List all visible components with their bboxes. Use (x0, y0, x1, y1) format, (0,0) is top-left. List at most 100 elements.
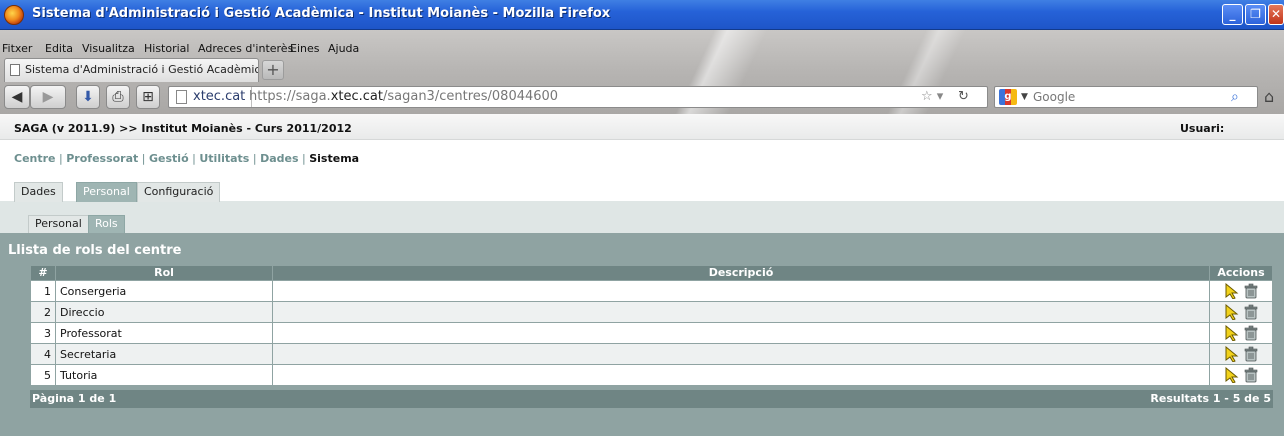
magnifier-icon[interactable]: ⌕ (1231, 87, 1239, 107)
nav-centre[interactable]: Centre (14, 152, 56, 165)
window-title: Sistema d'Administració i Gestió Acadèmi… (32, 6, 611, 21)
google-logo-icon[interactable]: g (999, 89, 1017, 105)
main-navigation: Centre | Professorat | Gestió | Utilitat… (14, 152, 359, 165)
browser-tab[interactable]: Sistema d'Administració i Gestió Acadèmi… (4, 58, 259, 82)
minimize-button[interactable]: _ (1222, 4, 1243, 25)
user-label: Usuari: (1180, 122, 1225, 135)
row-actions (1209, 322, 1273, 344)
nav-professorat[interactable]: Professorat (66, 152, 138, 165)
table-row: 5 Tutoria (30, 364, 1273, 386)
row-rol: Secretaria (55, 343, 273, 365)
trash-icon[interactable] (1244, 367, 1258, 383)
nav-separator: | (192, 152, 196, 165)
edit-pointer-icon[interactable] (1224, 367, 1240, 383)
row-descripcio (272, 322, 1210, 344)
print-icon: ⎙ (112, 89, 124, 105)
row-descripcio (272, 280, 1210, 302)
row-actions (1209, 301, 1273, 323)
subtab-strip (0, 201, 1284, 233)
row-descripcio (272, 301, 1210, 323)
reload-icon[interactable]: ↻ (958, 87, 969, 107)
app-title: SAGA (v 2011.9) >> Institut Moianès - Cu… (14, 122, 352, 135)
url-host: xtec.cat (330, 89, 383, 104)
edit-pointer-icon[interactable] (1224, 346, 1240, 362)
row-descripcio (272, 364, 1210, 386)
row-number: 3 (30, 322, 56, 344)
browser-tab-bar: Sistema d'Administració i Gestió Acadèmi… (0, 56, 1284, 82)
row-rol: Professorat (55, 322, 273, 344)
url-prefix: https://saga. (249, 89, 331, 104)
tab-configuracio[interactable]: Configuració (137, 182, 221, 202)
back-arrow-icon: ◀ (11, 89, 23, 105)
table-header-row: # Rol Descripció Accions (30, 265, 1273, 281)
tab-personal-list[interactable]: Personal (28, 215, 89, 233)
url-path: /sagan3/centres/08044600 (382, 89, 559, 104)
edit-pointer-icon[interactable] (1224, 283, 1240, 299)
print-button[interactable]: ⎙ (106, 85, 130, 109)
column-header-rol[interactable]: Rol (55, 265, 273, 281)
roles-panel: Llista de rols del centre # Rol Descripc… (0, 233, 1284, 436)
back-button[interactable]: ◀ (4, 85, 30, 109)
nav-gestio[interactable]: Gestió (149, 152, 189, 165)
roles-table: # Rol Descripció Accions 1 Consergeria 2 Di… (30, 265, 1273, 386)
maximize-button[interactable]: ❐ (1245, 4, 1266, 25)
table-body: 1 Consergeria 2 Direccio 3 Professorat 4 Secret… (30, 280, 1273, 386)
menu-tools[interactable]: Eines (290, 42, 319, 55)
panel-title: Llista de rols del centre (8, 243, 182, 258)
url-text[interactable]: https://saga.xtec.cat/sagan3/centres/080… (249, 87, 558, 107)
add-button[interactable]: ⊞ (136, 85, 160, 109)
edit-pointer-icon[interactable] (1224, 325, 1240, 341)
column-header-descripcio[interactable]: Descripció (272, 265, 1210, 281)
close-button[interactable]: ✕ (1268, 4, 1284, 25)
menu-view[interactable]: Visualitza (82, 42, 135, 55)
menu-history[interactable]: Historial (144, 42, 189, 55)
firefox-logo-icon (4, 5, 24, 25)
nav-sistema[interactable]: Sistema (309, 152, 359, 165)
edit-pointer-icon[interactable] (1224, 304, 1240, 320)
browser-tab-title: Sistema d'Administració i Gestió Acadèmi… (25, 63, 258, 76)
page-indicator: Pàgina 1 de 1 (32, 392, 117, 405)
menu-bookmarks[interactable]: Adreces d'interès (198, 42, 293, 55)
table-row: 2 Direccio (30, 301, 1273, 323)
download-button[interactable]: ⬇ (76, 85, 100, 109)
browser-chrome: Fitxer Edita Visualitza Historial Adrece… (0, 30, 1284, 114)
trash-icon[interactable] (1244, 346, 1258, 362)
navigation-toolbar: ◀ ▶ ⬇ ⎙ ⊞ xtec.cat https://saga.xtec.cat… (0, 82, 1284, 114)
menu-file[interactable]: Fitxer (2, 42, 32, 55)
menu-help[interactable]: Ajuda (328, 42, 359, 55)
trash-icon[interactable] (1244, 325, 1258, 341)
tab-dades[interactable]: Dades (14, 182, 63, 202)
row-descripcio (272, 343, 1210, 365)
url-bar[interactable]: xtec.cat https://saga.xtec.cat/sagan3/ce… (168, 86, 988, 108)
window-titlebar: Sistema d'Administració i Gestió Acadèmi… (0, 0, 1284, 30)
search-bar[interactable]: g ▼ Google ⌕ (994, 86, 1258, 108)
row-actions (1209, 364, 1273, 386)
url-identity-domain[interactable]: xtec.cat (193, 87, 253, 107)
star-icon[interactable]: ☆ ▾ (921, 87, 943, 107)
home-icon[interactable]: ⌂ (1264, 87, 1284, 107)
page-icon (176, 90, 187, 104)
row-number: 2 (30, 301, 56, 323)
new-tab-button[interactable]: + (262, 60, 284, 80)
nav-dades[interactable]: Dades (260, 152, 298, 165)
add-tab-icon: + (266, 60, 280, 79)
forward-button[interactable]: ▶ (30, 85, 66, 109)
trash-icon[interactable] (1244, 304, 1258, 320)
tab-personal[interactable]: Personal (76, 182, 137, 202)
trash-icon[interactable] (1244, 283, 1258, 299)
nav-utilitats[interactable]: Utilitats (199, 152, 249, 165)
row-number: 4 (30, 343, 56, 365)
nav-separator: | (252, 152, 257, 165)
row-rol: Consergeria (55, 280, 273, 302)
forward-arrow-icon: ▶ (42, 89, 54, 105)
table-row: 3 Professorat (30, 322, 1273, 344)
nav-separator: | (141, 152, 146, 165)
chevron-down-icon[interactable]: ▼ (1021, 87, 1028, 107)
menu-edit[interactable]: Edita (45, 42, 73, 55)
row-number: 5 (30, 364, 56, 386)
tab-rols[interactable]: Rols (88, 215, 125, 233)
column-header-number[interactable]: # (30, 265, 56, 281)
plus-square-icon: ⊞ (142, 89, 154, 105)
search-input[interactable]: Google (1033, 87, 1075, 107)
row-actions (1209, 280, 1273, 302)
